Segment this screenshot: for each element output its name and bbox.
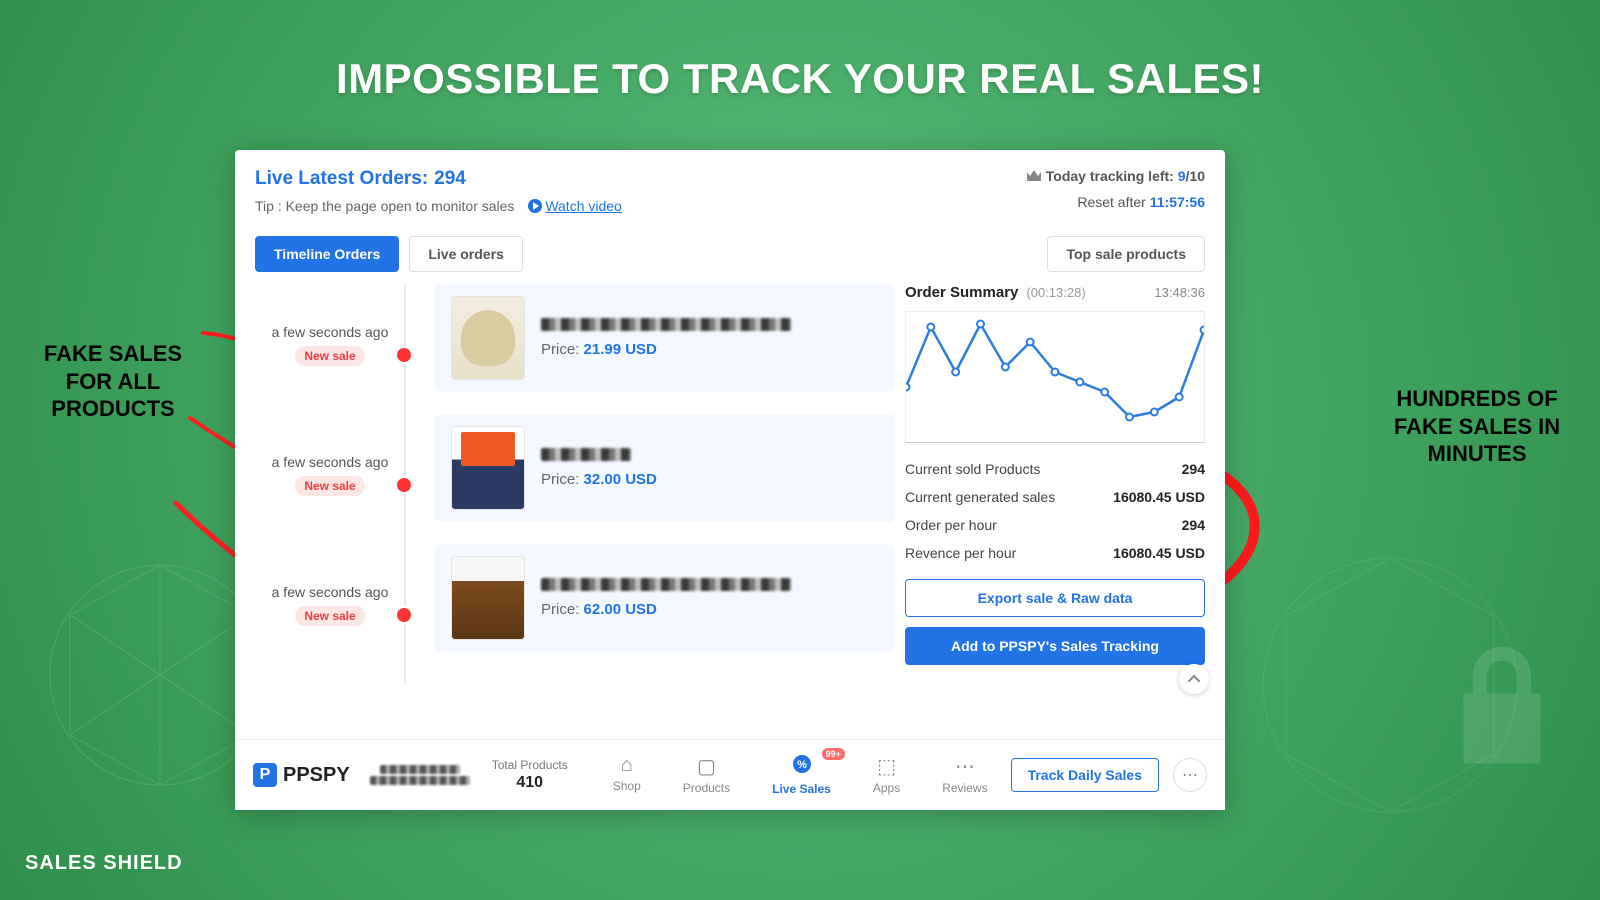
annotation-right: HUNDREDS OF FAKE SALES IN MINUTES [1372,385,1582,468]
order-card[interactable]: Price: 62.00 USD [435,544,895,652]
brand-label: SALES SHIELD [25,852,183,875]
stat-row: Order per hour294 [905,511,1205,539]
order-summary-header: Order Summary (00:13:28) 13:48:36 [905,284,1205,301]
stat-row: Current generated sales16080.45 USD [905,483,1205,511]
play-icon [528,199,542,213]
svg-text:%: % [797,759,807,771]
new-sale-badge: New sale [295,606,364,626]
watch-video-link[interactable]: Watch video [528,198,622,214]
order-card[interactable]: Price: 21.99 USD [435,284,895,392]
tab-top-sale-products[interactable]: Top sale products [1047,236,1205,272]
percent-icon: % [772,754,831,780]
bottom-nav-bar: PPPSPY Total Products410 ⌂Shop ▢Products… [235,739,1225,810]
timeline-event: a few seconds ago New sale [255,324,405,366]
timeline-event: a few seconds ago New sale [255,584,405,626]
new-sale-badge: New sale [295,476,364,496]
add-sales-tracking-button[interactable]: Add to PPSPY's Sales Tracking [905,627,1205,665]
tip-text: Tip : Keep the page open to monitor sale… [255,198,622,214]
live-orders-title: Live Latest Orders:294 [255,168,622,190]
product-thumbnail [451,296,525,380]
summary-stats: Current sold Products294Current generate… [905,455,1205,567]
product-thumbnail [451,426,525,510]
stat-row: Revence per hour16080.45 USD [905,539,1205,567]
product-name-blurred [541,578,791,591]
price-label: Price: 21.99 USD [541,341,791,358]
notification-badge: 99+ [822,748,845,760]
chevron-up-icon [1187,672,1201,686]
timeline-event: a few seconds ago New sale [255,454,405,496]
stat-row: Current sold Products294 [905,455,1205,483]
more-button[interactable]: ⋯ [1173,758,1207,792]
timeline-dot [395,346,413,364]
nav-reviews[interactable]: ⋯Reviews [942,754,987,796]
new-sale-badge: New sale [295,346,364,366]
store-name-blurred [370,763,470,787]
home-icon: ⌂ [613,754,641,777]
nav-shop[interactable]: ⌂Shop [613,754,641,796]
timeline-dot [395,606,413,624]
app-screenshot: Live Latest Orders:294 Tip : Keep the pa… [235,150,1225,810]
crown-icon [1026,169,1042,186]
box-icon: ▢ [683,754,730,779]
export-raw-data-button[interactable]: Export sale & Raw data [905,579,1205,617]
total-products: Total Products410 [492,758,568,792]
cube-icon: ⬚ [873,754,900,779]
tab-timeline-orders[interactable]: Timeline Orders [255,236,399,272]
dots-icon: ⋯ [1182,765,1198,785]
chat-icon: ⋯ [942,754,987,779]
nav-apps[interactable]: ⬚Apps [873,754,900,796]
app-logo: PPPSPY [253,763,350,787]
order-summary-chart [905,311,1205,443]
product-name-blurred [541,448,631,461]
annotation-left: FAKE SALES FOR ALL PRODUCTS [18,340,208,423]
product-name-blurred [541,318,791,331]
product-thumbnail [451,556,525,640]
slide-headline: IMPOSSIBLE TO TRACK YOUR REAL SALES! [0,55,1600,103]
timeline-dot [395,476,413,494]
nav-live-sales[interactable]: %Live Sales99+ [772,754,831,796]
track-daily-sales-button[interactable]: Track Daily Sales [1011,758,1159,792]
order-card[interactable]: Price: 32.00 USD [435,414,895,522]
reset-timer: Reset after 11:57:56 [1026,194,1205,210]
nav-products[interactable]: ▢Products [683,754,730,796]
price-label: Price: 62.00 USD [541,601,791,618]
network-decor-2 [1240,535,1540,840]
tracking-left: Today tracking left: 9/10 [1026,168,1205,186]
tab-live-orders[interactable]: Live orders [409,236,522,272]
scroll-top-button[interactable] [1179,664,1209,694]
price-label: Price: 32.00 USD [541,471,657,488]
